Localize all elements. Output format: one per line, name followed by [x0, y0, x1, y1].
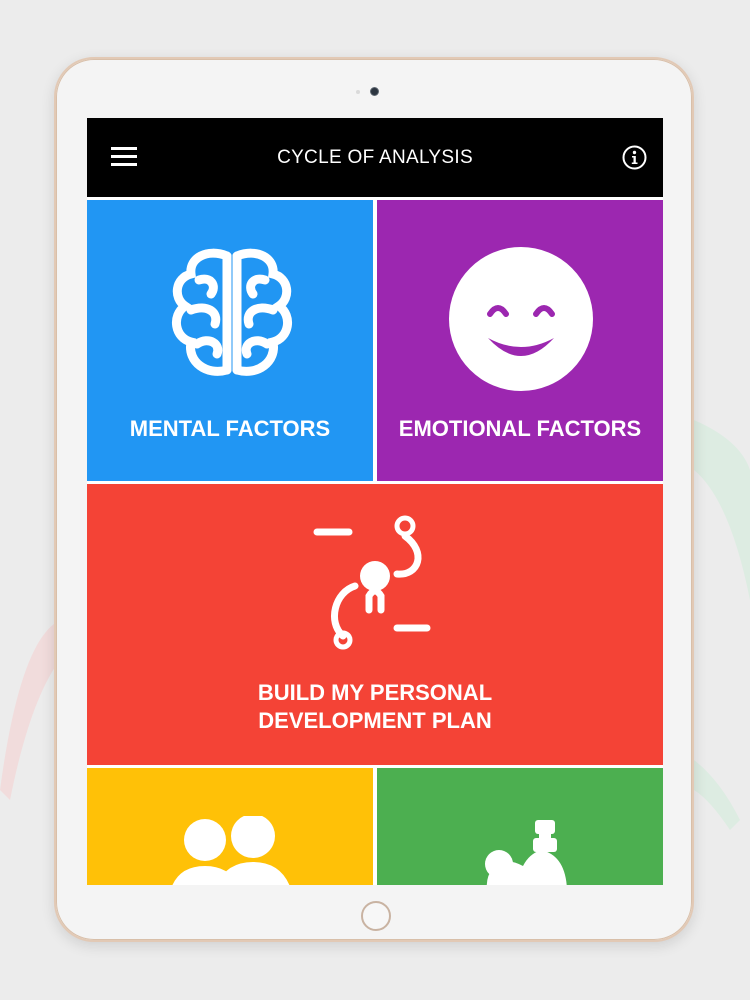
tablet-device: CYCLE OF ANALYSIS MENTAL FACTORS EMOTION… — [54, 57, 694, 942]
app-bar: CYCLE OF ANALYSIS — [87, 118, 663, 197]
emotional-factors-label: EMOTIONAL FACTORS — [398, 416, 642, 441]
development-plan-label: BUILD MY PERSONAL DEVELOPMENT PLAN — [87, 679, 663, 735]
physical-factors-tile[interactable] — [377, 768, 663, 885]
home-button[interactable] — [361, 901, 391, 931]
muscle-arm-icon — [485, 820, 567, 885]
smiley-face-icon — [449, 247, 593, 391]
mental-factors-tile[interactable]: MENTAL FACTORS — [87, 200, 373, 481]
brain-icon — [172, 248, 292, 376]
social-factors-tile[interactable] — [87, 768, 373, 885]
front-sensor — [356, 90, 360, 94]
info-circle-icon[interactable] — [622, 145, 647, 170]
development-plan-label-line2: DEVELOPMENT PLAN — [258, 708, 492, 733]
front-camera — [370, 87, 379, 96]
app-screen: CYCLE OF ANALYSIS MENTAL FACTORS EMOTION… — [87, 118, 663, 885]
app-title: CYCLE OF ANALYSIS — [277, 147, 473, 168]
development-path-icon — [313, 515, 431, 650]
development-plan-label-line1: BUILD MY PERSONAL — [257, 680, 493, 705]
mental-factors-label: MENTAL FACTORS — [129, 416, 331, 441]
emotional-factors-tile[interactable]: EMOTIONAL FACTORS — [377, 200, 663, 481]
people-icon — [172, 816, 290, 885]
development-plan-tile[interactable]: BUILD MY PERSONAL DEVELOPMENT PLAN — [87, 484, 663, 765]
